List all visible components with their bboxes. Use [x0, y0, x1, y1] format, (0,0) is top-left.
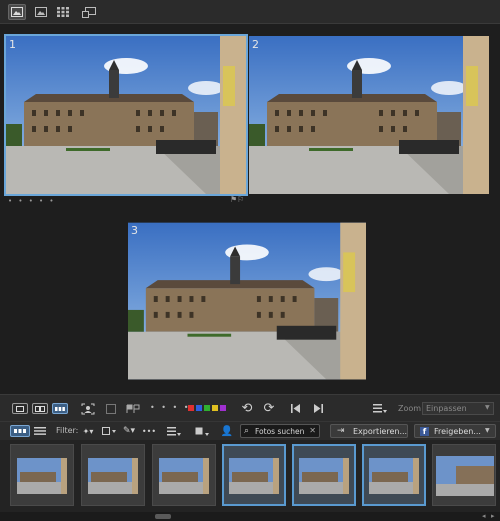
- flag-icon[interactable]: [126, 402, 140, 415]
- add-person-icon[interactable]: 👤: [220, 425, 234, 438]
- filmstrip: [0, 440, 500, 512]
- edit-filter-icon[interactable]: ✎▾: [120, 425, 138, 437]
- flag-icon[interactable]: ⚑⚐: [230, 195, 244, 204]
- photo-number: 2: [252, 38, 259, 51]
- zoom-select[interactable]: Einpassen ▼: [422, 402, 494, 415]
- clear-icon[interactable]: ✕: [309, 426, 316, 435]
- rating-dots[interactable]: • • • • •: [8, 197, 56, 205]
- search-icon: ⌕: [244, 426, 250, 436]
- color-label-green[interactable]: [204, 405, 210, 411]
- color-label-blue[interactable]: [196, 405, 202, 411]
- compare-photo-2[interactable]: 2: [249, 36, 489, 194]
- sort-icon[interactable]: [372, 403, 388, 414]
- filmstrip-thumb[interactable]: [152, 444, 216, 506]
- search-input[interactable]: ⌕ Fotos suchen ✕: [240, 424, 320, 438]
- rotate-right-icon[interactable]: ⟳: [262, 401, 276, 416]
- filter-toolbar: Filter: ✦▾ ✎▾ ••• 👤 ⌕ Fotos suchen ✕ ⇥ E…: [0, 421, 500, 440]
- app-window: 1 • • • • • ⚑⚐ 2 3 • • • • • ⟲ ⟳ Zoom: E…: [0, 0, 500, 521]
- sort-order-icon[interactable]: [165, 425, 183, 437]
- view-toolbar: • • • • • ⟲ ⟳ Zoom: Einpassen ▼: [0, 394, 500, 421]
- color-label-yellow[interactable]: [212, 405, 218, 411]
- grid-view-icon[interactable]: [54, 4, 72, 20]
- photo-number: 1: [9, 38, 16, 51]
- face-detect-icon[interactable]: [80, 402, 96, 415]
- filmstrip-view-icon[interactable]: [10, 425, 30, 437]
- share-label: Freigeben...: [434, 427, 481, 436]
- search-text: Fotos suchen: [255, 427, 305, 436]
- people-filter-icon[interactable]: ✦▾: [78, 425, 98, 437]
- filmstrip-scrollbar[interactable]: ◂ ▸: [0, 512, 500, 521]
- facebook-icon: f: [420, 427, 429, 436]
- color-label-purple[interactable]: [220, 405, 226, 411]
- last-image-icon[interactable]: [312, 402, 324, 414]
- compare-photo-3[interactable]: 3: [128, 222, 366, 380]
- scrollbar-thumb[interactable]: [155, 514, 171, 519]
- filmstrip-thumb-selected[interactable]: [292, 444, 356, 506]
- zoom-value: Einpassen: [426, 404, 467, 413]
- share-button[interactable]: f Freigeben... ▼: [414, 424, 496, 438]
- filmstrip-thumb[interactable]: [81, 444, 145, 506]
- color-label-red[interactable]: [188, 405, 194, 411]
- filmstrip-thumb-selected[interactable]: [222, 444, 286, 506]
- rating-dots[interactable]: • • • • •: [150, 403, 202, 412]
- compare-photo-1[interactable]: 1: [4, 34, 248, 196]
- compare-view: 1 • • • • • ⚑⚐ 2 3: [0, 26, 500, 392]
- shape-filter-icon[interactable]: [100, 425, 118, 437]
- select-icon[interactable]: [193, 425, 211, 437]
- chevron-down-icon: ▼: [485, 404, 490, 411]
- scroll-left-icon[interactable]: ◂: [482, 512, 486, 520]
- photo-image: [249, 36, 489, 194]
- chevron-down-icon: ▼: [485, 427, 490, 434]
- filmstrip-thumb-selected[interactable]: [362, 444, 426, 506]
- crop-icon[interactable]: [104, 402, 118, 415]
- filmstrip-thumb[interactable]: [432, 444, 496, 506]
- export-button[interactable]: ⇥ Exportieren...: [330, 424, 408, 438]
- photo-image: [128, 222, 366, 380]
- more-filter-icon[interactable]: •••: [140, 425, 158, 437]
- fullscreen-icon[interactable]: [80, 4, 98, 20]
- single-layout-icon[interactable]: [12, 403, 28, 414]
- zoom-label: Zoom:: [398, 404, 424, 413]
- photo-view-icon[interactable]: [32, 4, 50, 20]
- filter-label: Filter:: [56, 426, 79, 435]
- top-toolbar: [0, 0, 500, 24]
- first-image-icon[interactable]: [290, 402, 302, 414]
- photo-image: [6, 36, 246, 194]
- filmstrip-thumb[interactable]: [10, 444, 74, 506]
- single-view-icon[interactable]: [8, 4, 26, 20]
- export-label: Exportieren...: [353, 427, 408, 436]
- triple-layout-icon[interactable]: [52, 403, 68, 414]
- dual-layout-icon[interactable]: [32, 403, 48, 414]
- photo-number: 3: [131, 224, 138, 237]
- scroll-right-icon[interactable]: ▸: [491, 512, 495, 520]
- rotate-left-icon[interactable]: ⟲: [240, 401, 254, 416]
- export-icon: ⇥: [337, 426, 345, 436]
- list-view-icon[interactable]: [32, 425, 48, 437]
